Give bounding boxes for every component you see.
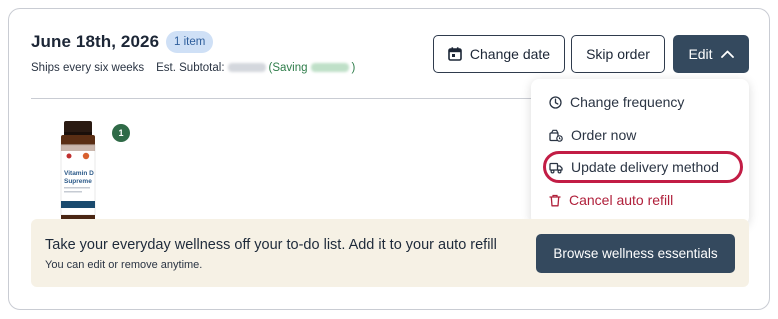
quantity-badge: 1 <box>112 124 130 142</box>
change-date-label: Change date <box>469 46 551 62</box>
saving-value-redacted <box>310 63 349 73</box>
menu-item-label: Change frequency <box>570 94 685 110</box>
banner-title: Take your everyday wellness off your to-… <box>45 237 497 253</box>
menu-item-label: Cancel auto refill <box>569 192 674 208</box>
edit-label: Edit <box>688 46 713 62</box>
subtotal-label: Est. Subtotal: <box>156 62 225 74</box>
skip-order-button[interactable]: Skip order <box>571 35 665 73</box>
menu-item-order-now[interactable]: Order now <box>549 124 636 146</box>
edit-dropdown-menu: Change frequency Order now Update delive… <box>531 79 749 225</box>
shipping-frequency: Ships every six weeks <box>31 62 145 74</box>
browse-wellness-label: Browse wellness essentials <box>553 246 718 261</box>
menu-item-change-frequency[interactable]: Change frequency <box>549 91 684 113</box>
order-meta: Ships every six weeks Est. Subtotal: (Savi… <box>31 62 355 74</box>
change-date-button[interactable]: Change date <box>433 35 565 73</box>
delivery-date: June 18th, 2026 <box>31 32 160 51</box>
saving-amount: (Saving) <box>268 62 356 74</box>
subscription-order-card: June 18th, 2026 1 item Ships every six w… <box>8 8 770 310</box>
calendar-icon <box>448 47 462 61</box>
box-refresh-icon <box>549 129 563 142</box>
subtotal-value-redacted <box>227 63 266 73</box>
product-label-name: Supreme <box>64 178 92 185</box>
skip-order-label: Skip order <box>586 46 650 62</box>
edit-button[interactable]: Edit <box>673 35 749 73</box>
clock-icon <box>549 95 562 109</box>
highlight-ring <box>543 151 743 183</box>
upsell-banner: Take your everyday wellness off your to-… <box>31 219 749 287</box>
menu-item-cancel-auto-refill[interactable]: Cancel auto refill <box>549 189 673 211</box>
item-count-badge: 1 item <box>166 31 214 53</box>
menu-item-label: Order now <box>571 127 637 143</box>
product-label-brand: Vitamin D <box>64 170 94 177</box>
browse-wellness-button[interactable]: Browse wellness essentials <box>536 234 735 273</box>
header-divider <box>31 98 531 99</box>
banner-subtitle: You can edit or remove anytime. <box>45 259 203 271</box>
trash-icon <box>549 194 561 207</box>
chevron-up-icon <box>720 50 734 58</box>
product-image-vitamin-d[interactable]: Vitamin D Supreme <box>49 119 107 223</box>
